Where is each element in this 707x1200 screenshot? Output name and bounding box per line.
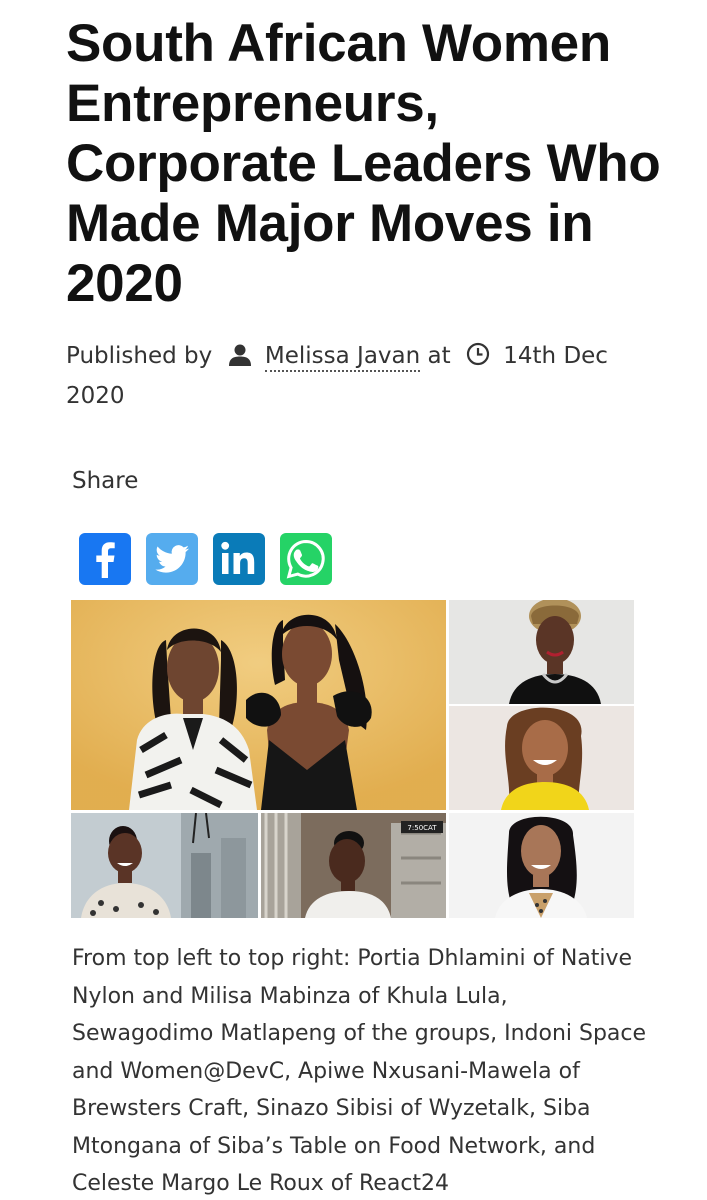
video-overlay-timestamp: 7:50CAT bbox=[407, 824, 437, 832]
byline: Published by Melissa Javan at 14th Dec 2… bbox=[66, 338, 666, 415]
whatsapp-icon bbox=[286, 539, 325, 579]
photo-bottom-left bbox=[71, 813, 258, 918]
author-link[interactable]: Melissa Javan bbox=[264, 343, 421, 372]
article-image-collage: 7:50CAT bbox=[71, 600, 634, 918]
photo-bottom-middle: 7:50CAT bbox=[261, 813, 446, 918]
linkedin-icon bbox=[221, 541, 255, 574]
published-by-label: Published by bbox=[66, 343, 213, 369]
share-buttons bbox=[79, 533, 332, 585]
photo-portia-and-milisa bbox=[71, 600, 446, 810]
at-label: at bbox=[427, 343, 451, 369]
image-caption: From top left to top right: Portia Dhlam… bbox=[72, 946, 647, 1196]
linkedin-share-button[interactable] bbox=[213, 533, 265, 585]
photo-top-right-1 bbox=[449, 600, 634, 704]
photo-top-right-2 bbox=[449, 706, 634, 810]
facebook-share-button[interactable] bbox=[79, 533, 131, 585]
clock-icon bbox=[466, 341, 490, 378]
share-label: Share bbox=[72, 468, 139, 494]
whatsapp-share-button[interactable] bbox=[280, 533, 332, 585]
article-title: South African Women Entrepreneurs, Corpo… bbox=[66, 14, 661, 313]
user-icon bbox=[228, 341, 252, 378]
photo-bottom-right bbox=[449, 813, 634, 918]
twitter-share-button[interactable] bbox=[146, 533, 198, 585]
facebook-icon bbox=[96, 542, 115, 578]
twitter-icon bbox=[155, 545, 189, 573]
